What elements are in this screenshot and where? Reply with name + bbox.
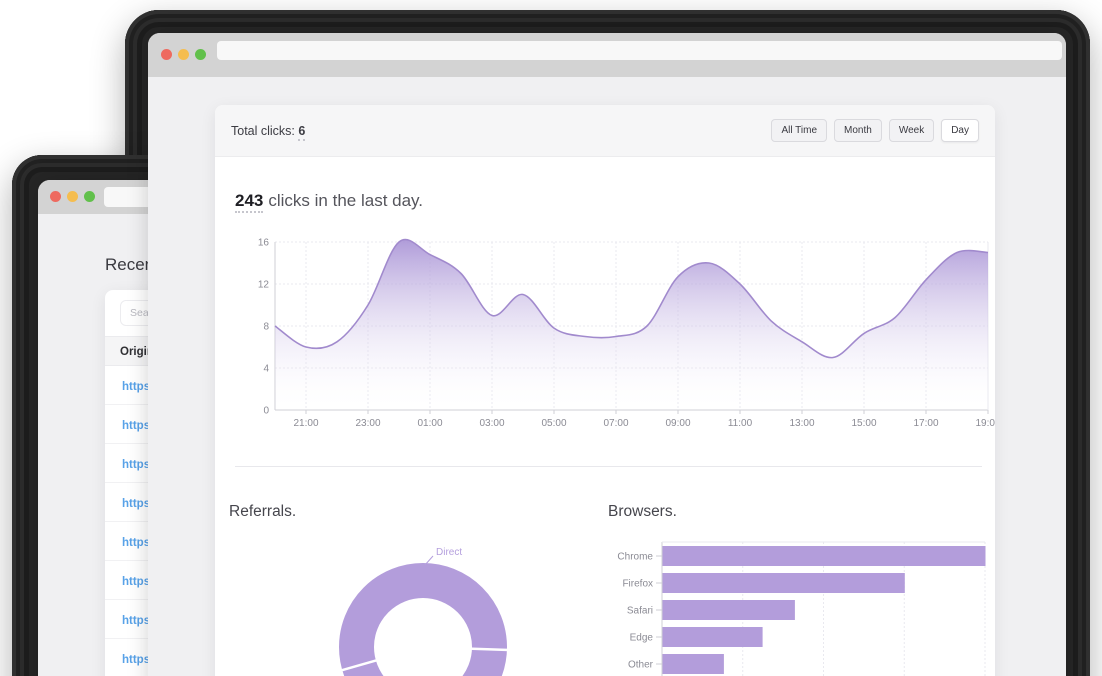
referrals-heading: Referrals. [229, 503, 296, 521]
filter-button-all-time[interactable]: All Time [771, 119, 827, 142]
front-window: Total clicks: 6 All Time Month Week Day 243… [148, 33, 1066, 676]
svg-text:17:00: 17:00 [913, 418, 938, 429]
svg-text:Direct: Direct [436, 547, 462, 558]
minimize-icon[interactable] [178, 49, 189, 60]
filter-button-month[interactable]: Month [834, 119, 882, 142]
minimize-icon[interactable] [67, 191, 78, 202]
clicks-area-chart: 0 4 8 12 16 21:00 23:00 01:00 03:00 05:00 07:00 09:… [235, 223, 995, 438]
svg-text:05:00: 05:00 [541, 418, 566, 429]
svg-text:03:00: 03:00 [479, 418, 504, 429]
close-icon[interactable] [50, 191, 61, 202]
section-divider [235, 466, 982, 467]
filter-button-day[interactable]: Day [941, 119, 979, 142]
total-clicks-label: Total clicks: [231, 124, 295, 138]
svg-text:4: 4 [263, 364, 269, 375]
headline-text: clicks in the last day. [268, 191, 423, 210]
filter-buttons: All Time Month Week Day [771, 119, 979, 142]
svg-text:0: 0 [263, 406, 269, 417]
svg-text:23:00: 23:00 [355, 418, 380, 429]
filter-button-week[interactable]: Week [889, 119, 934, 142]
total-clicks-value: 6 [298, 124, 305, 141]
zoom-icon[interactable] [84, 191, 95, 202]
svg-text:09:00: 09:00 [665, 418, 690, 429]
referrals-donut-chart: Direct [303, 543, 543, 676]
browsers-heading: Browsers. [608, 503, 677, 521]
svg-text:12: 12 [258, 280, 270, 291]
svg-text:15:00: 15:00 [851, 418, 876, 429]
svg-text:01:00: 01:00 [417, 418, 442, 429]
svg-text:13:00: 13:00 [789, 418, 814, 429]
svg-text:Edge: Edge [630, 633, 654, 644]
close-icon[interactable] [161, 49, 172, 60]
svg-text:11:00: 11:00 [728, 418, 753, 429]
svg-text:Firefox: Firefox [622, 579, 653, 590]
svg-text:07:00: 07:00 [603, 418, 628, 429]
headline: 243 clicks in the last day. [235, 191, 423, 211]
headline-count: 243 [235, 191, 263, 213]
card-header: Total clicks: 6 All Time Month Week Day [215, 105, 995, 157]
address-bar[interactable] [217, 41, 1062, 60]
svg-text:19:00: 19:00 [975, 418, 995, 429]
svg-text:21:00: 21:00 [293, 418, 318, 429]
front-titlebar [148, 33, 1066, 77]
zoom-icon[interactable] [195, 49, 206, 60]
total-clicks: Total clicks: 6 [231, 124, 305, 138]
svg-text:Chrome: Chrome [617, 552, 653, 563]
browsers-bar-chart: Chrome Firefox Safari Edge Other [595, 535, 991, 676]
svg-text:Safari: Safari [627, 606, 653, 617]
page: Recent Original https://https://https://… [0, 0, 1102, 676]
svg-text:8: 8 [263, 322, 269, 333]
svg-text:16: 16 [258, 238, 270, 249]
analytics-card: Total clicks: 6 All Time Month Week Day 243… [215, 105, 995, 676]
svg-text:Other: Other [628, 660, 654, 671]
